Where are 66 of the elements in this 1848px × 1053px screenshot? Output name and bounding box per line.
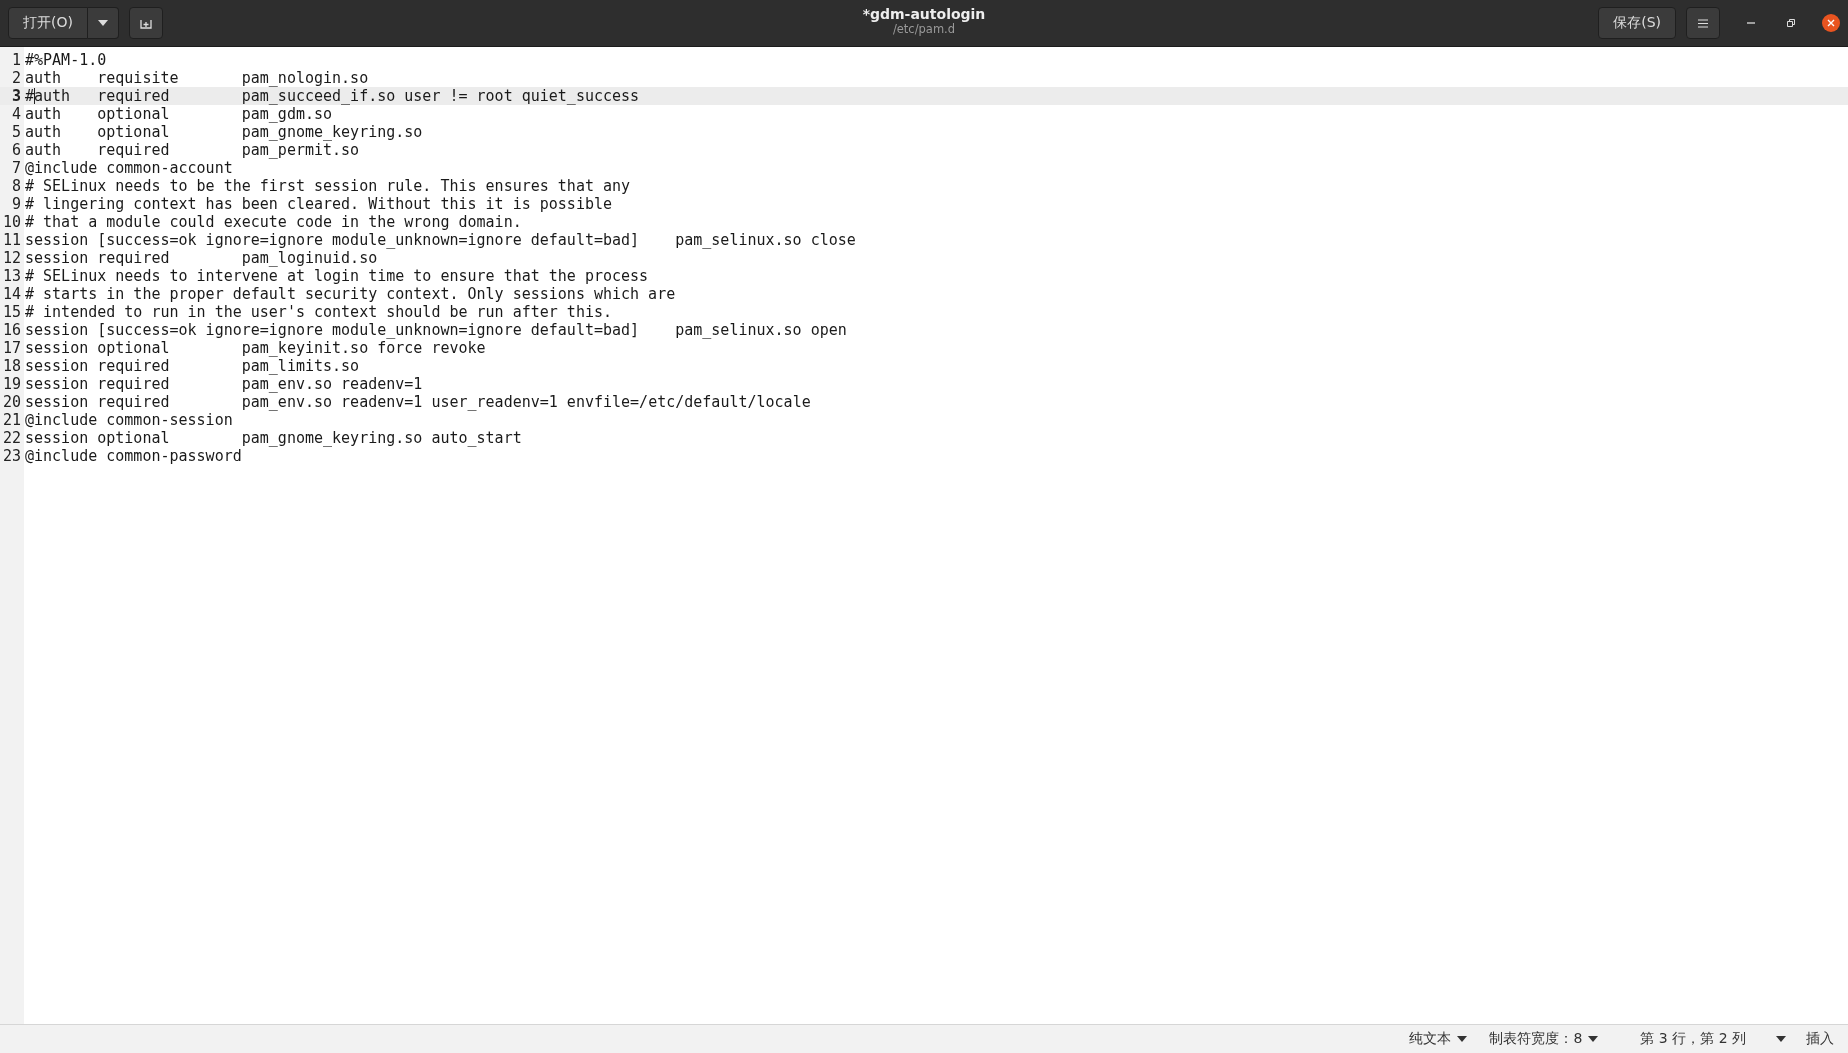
line-number: 11 xyxy=(1,231,21,249)
code-line: session [success=ok ignore=ignore module_unknown=ignore default=bad] pam_selinux.so open xyxy=(24,321,847,339)
open-dropdown-button[interactable] xyxy=(87,7,119,39)
menu-icon xyxy=(1698,18,1708,28)
minimize-icon xyxy=(1747,22,1755,24)
line-number: 10 xyxy=(1,213,21,231)
line-number: 8 xyxy=(10,177,21,195)
line-number: 3 xyxy=(10,87,21,105)
caret-icon xyxy=(1457,1036,1468,1042)
close-icon xyxy=(1827,19,1835,27)
language-selector[interactable]: 纯文本 xyxy=(1403,1030,1474,1048)
line-number: 15 xyxy=(1,303,21,321)
code-line: session required pam_loginuid.so xyxy=(24,249,378,267)
code-line: auth requisite pam_nologin.so xyxy=(24,69,369,87)
line-number: 12 xyxy=(1,249,21,267)
code-line: @include common-password xyxy=(24,447,242,465)
insert-mode-label: 插入 xyxy=(1805,1030,1835,1048)
line-number: 22 xyxy=(1,429,21,447)
code-line: session required pam_env.so readenv=1 user_readenv=1 envfile=/etc/default/locale xyxy=(24,393,811,411)
tab-width-selector[interactable]: 制表符宽度：8 xyxy=(1483,1030,1605,1048)
line-number: 14 xyxy=(1,285,21,303)
code-line: #%PAM-1.0 xyxy=(24,51,107,69)
line-number: 9 xyxy=(10,195,21,213)
code-line: # SELinux needs to intervene at login time to ensure that the process xyxy=(24,267,649,285)
new-tab-icon xyxy=(139,17,152,29)
code-line: session optional pam_keyinit.so force revoke xyxy=(24,339,486,357)
cursor-position-selector[interactable]: 第 3 行，第 2 列 xyxy=(1634,1030,1792,1048)
code-line: @include common-account xyxy=(24,159,233,177)
code-line: # SELinux needs to be the first session rule. This ensures that any xyxy=(24,177,631,195)
code-line: auth optional pam_gdm.so xyxy=(24,105,333,123)
caret-icon xyxy=(97,20,108,26)
window-subtitle: /etc/pam.d xyxy=(892,22,956,36)
code-line: # lingering context has been cleared. Without this it is possible xyxy=(24,195,612,213)
code-line: # intended to run in the user's context should be run after this. xyxy=(24,303,612,321)
line-number: 6 xyxy=(10,141,21,159)
line-number: 17 xyxy=(1,339,21,357)
line-number: 19 xyxy=(1,375,21,393)
code-line: auth required pam_permit.so xyxy=(24,141,360,159)
line-number: 21 xyxy=(1,411,21,429)
code-line: session required pam_limits.so xyxy=(24,357,360,375)
line-number: 2 xyxy=(10,69,21,87)
line-number: 4 xyxy=(10,105,21,123)
close-button[interactable] xyxy=(1822,14,1840,32)
line-number: 20 xyxy=(1,393,21,411)
caret-icon xyxy=(1588,1036,1599,1042)
code-line: @include common-session xyxy=(24,411,233,429)
line-number: 16 xyxy=(1,321,21,339)
code-line: session required pam_env.so readenv=1 xyxy=(24,375,423,393)
code-line: # that a module could execute code in the wrong domain. xyxy=(24,213,522,231)
line-number: 13 xyxy=(1,267,21,285)
restore-icon xyxy=(1787,19,1795,27)
code-line: session optional pam_gnome_keyring.so auto_start xyxy=(24,429,522,447)
menu-button[interactable] xyxy=(1686,7,1720,39)
line-number: 18 xyxy=(1,357,21,375)
new-tab-button[interactable] xyxy=(128,7,163,39)
caret-icon xyxy=(1776,1036,1786,1042)
line-number: 23 xyxy=(1,447,21,465)
code-line: session [success=ok ignore=ignore module_unknown=ignore default=bad] pam_selinux.so close xyxy=(24,231,856,249)
window-title: *gdm-autologin xyxy=(862,6,986,22)
code-line: auth optional pam_gnome_keyring.so xyxy=(24,123,423,141)
open-button[interactable]: 打开(O) xyxy=(8,7,88,39)
line-number: 7 xyxy=(10,159,21,177)
line-number: 5 xyxy=(10,123,21,141)
save-button[interactable]: 保存(S) xyxy=(1598,7,1676,39)
code-line: # starts in the proper default security context. Only sessions which are xyxy=(24,285,676,303)
line-number: 1 xyxy=(10,51,21,69)
